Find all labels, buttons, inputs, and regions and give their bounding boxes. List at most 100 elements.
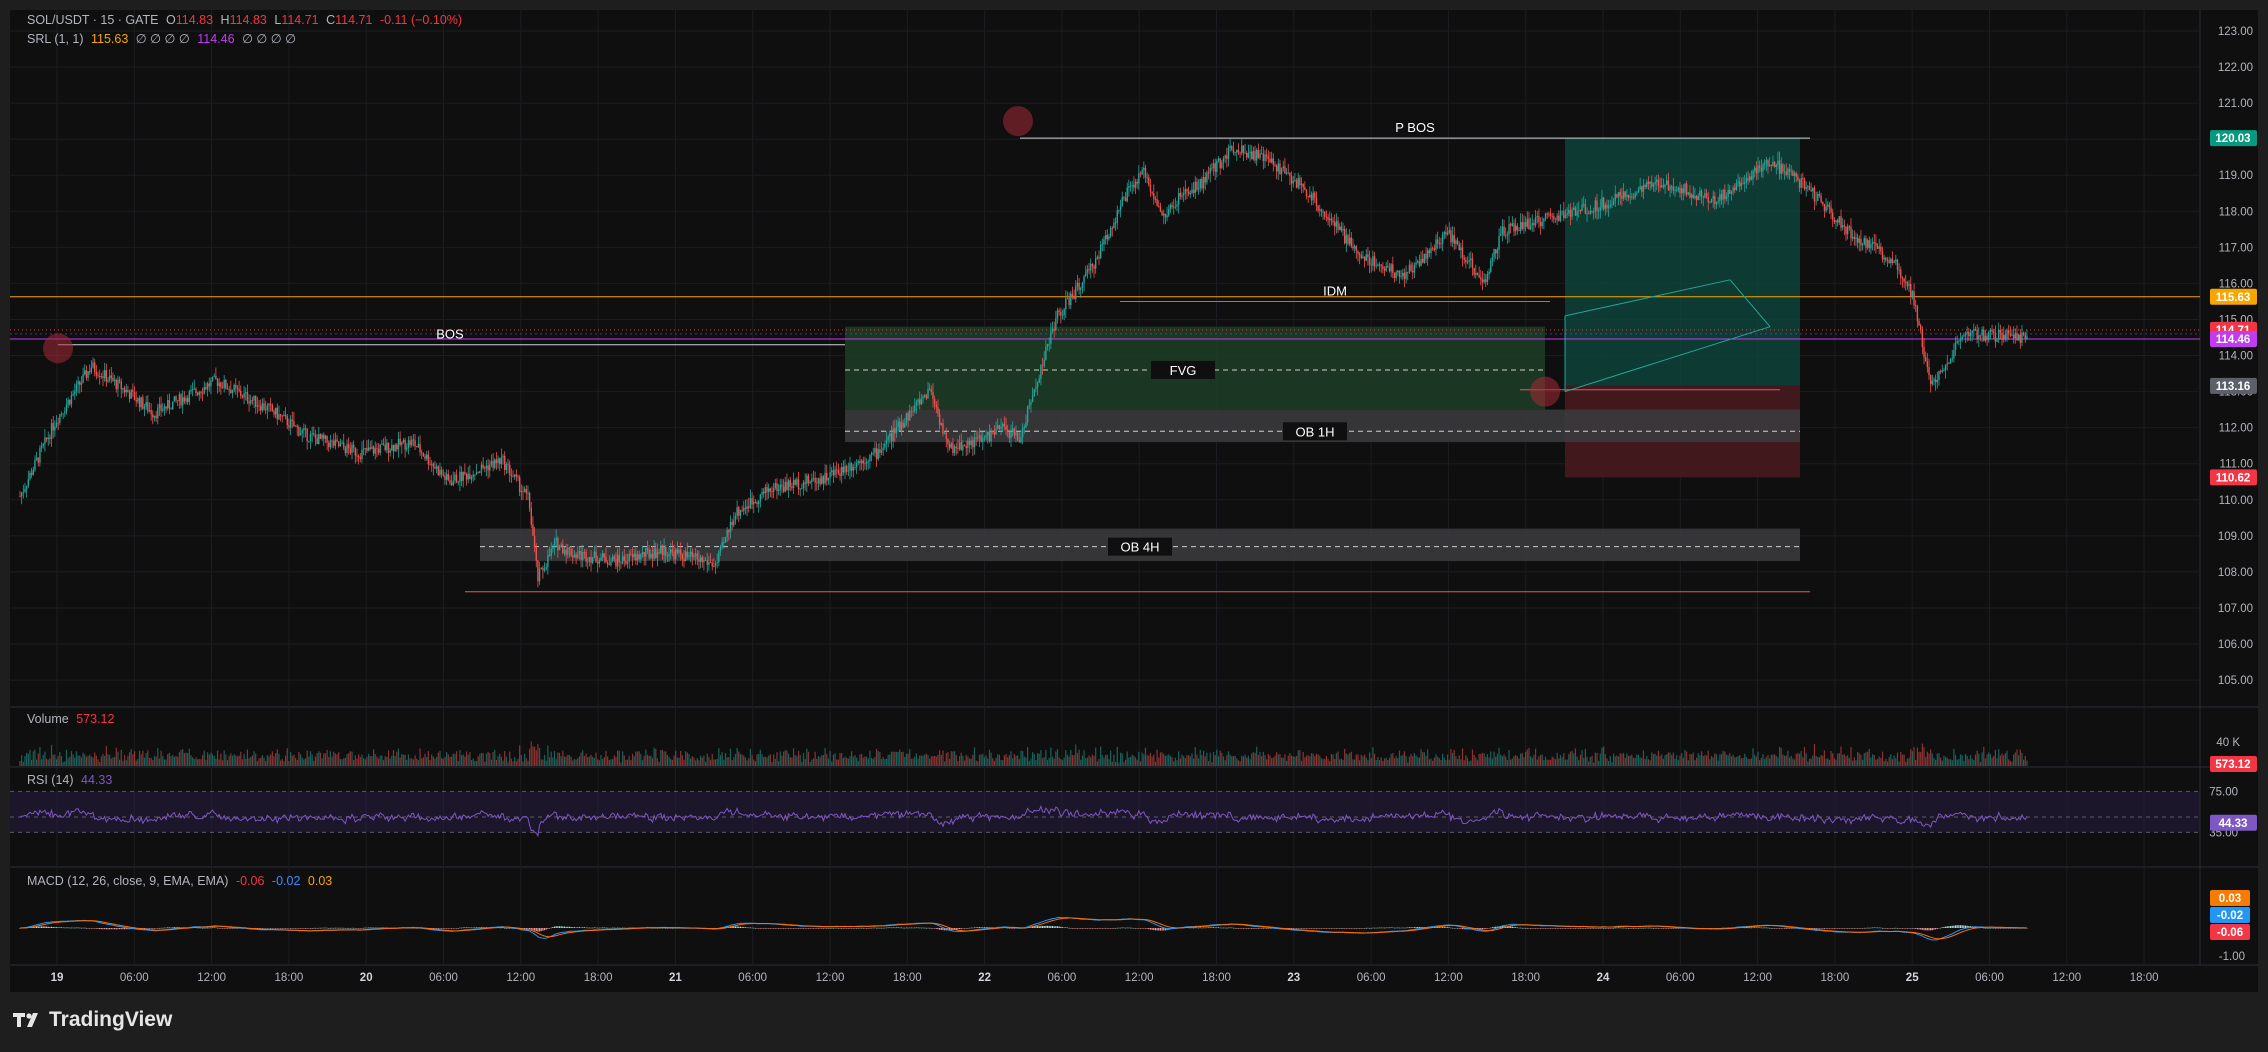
macd-hist-bar bbox=[1520, 927, 1522, 929]
candle-body bbox=[952, 442, 954, 454]
volume-bar bbox=[1920, 751, 1922, 766]
volume-bar bbox=[140, 754, 142, 766]
candle-body bbox=[689, 551, 692, 555]
volume-bar bbox=[917, 758, 919, 766]
candle-body bbox=[1265, 154, 1268, 157]
volume-bar bbox=[1571, 750, 1573, 766]
candle-body bbox=[822, 476, 825, 484]
macd-hist-bar bbox=[265, 928, 267, 929]
candle-body bbox=[1843, 225, 1846, 227]
candle-body bbox=[1501, 226, 1504, 234]
macd-hist-bar bbox=[268, 928, 270, 929]
volume-bar bbox=[1051, 756, 1054, 766]
volume-bar bbox=[299, 754, 302, 766]
chart-canvas[interactable]: P BOSIDMBOSFVGOB 1HOB 4H123.00122.00121.… bbox=[10, 10, 2258, 992]
volume-bar bbox=[1154, 761, 1157, 766]
candle-body bbox=[507, 464, 509, 466]
macd-hist-bar bbox=[1765, 927, 1767, 929]
candle-body bbox=[1549, 213, 1552, 216]
volume-bar bbox=[285, 755, 287, 766]
volume-bar bbox=[904, 756, 906, 766]
macd-hist-bar bbox=[605, 927, 607, 929]
candle-body bbox=[1060, 312, 1062, 316]
volume-bar bbox=[172, 754, 174, 766]
volume-bar bbox=[1299, 750, 1301, 766]
volume-bar bbox=[47, 759, 49, 766]
candle-body bbox=[767, 488, 770, 493]
macd-hist-bar bbox=[1485, 928, 1487, 929]
volume-bar bbox=[1188, 755, 1190, 766]
candle-body bbox=[837, 470, 840, 474]
macd-hist-bar bbox=[439, 928, 441, 929]
volume-bar bbox=[474, 761, 476, 766]
volume-bar bbox=[543, 754, 546, 766]
volume-bar bbox=[1614, 756, 1616, 766]
candle-body bbox=[1241, 145, 1243, 153]
volume-bar bbox=[1795, 753, 1797, 766]
candle-body bbox=[152, 414, 154, 418]
candle-body bbox=[1450, 230, 1452, 243]
candle-body bbox=[301, 430, 303, 434]
volume-bar bbox=[746, 760, 748, 766]
volume-bar bbox=[1891, 759, 1894, 766]
volume-bar bbox=[1946, 757, 1948, 766]
macd-hist-bar bbox=[1672, 928, 1674, 929]
candle-body bbox=[1524, 222, 1527, 227]
candle-body bbox=[359, 457, 361, 459]
candle-body bbox=[268, 403, 270, 406]
volume-bar bbox=[216, 750, 219, 766]
chart-frame[interactable]: P BOS IDM BOS FVG OB 1H OB 4H 123.00 122.00 121.… bbox=[10, 10, 2258, 992]
volume-bar bbox=[932, 755, 934, 766]
macd-hist-bar bbox=[278, 928, 280, 929]
macd-hist-bar bbox=[1314, 928, 1316, 929]
candle-body bbox=[401, 442, 403, 445]
volume-bar bbox=[736, 748, 738, 766]
candle-body bbox=[741, 510, 743, 512]
volume-bar bbox=[1490, 751, 1492, 766]
volume-bar bbox=[432, 756, 434, 766]
volume-bar bbox=[268, 756, 270, 766]
candle-body bbox=[743, 507, 745, 512]
volume-bar bbox=[1083, 750, 1085, 766]
price-tag-label: 110.62 bbox=[2216, 472, 2251, 484]
candle-body bbox=[601, 553, 604, 558]
candle-body bbox=[497, 458, 499, 463]
candle-body bbox=[699, 557, 702, 562]
candle-body bbox=[1063, 309, 1065, 316]
candle-body bbox=[1398, 270, 1401, 277]
volume-bar bbox=[1191, 753, 1193, 766]
volume-bar bbox=[965, 754, 967, 766]
volume-bar bbox=[1896, 752, 1899, 766]
macd-hist-bar bbox=[1631, 928, 1633, 929]
volume-bar bbox=[1073, 755, 1075, 766]
candle-body bbox=[140, 397, 142, 408]
candle-body bbox=[834, 469, 836, 476]
volume-bar bbox=[1194, 747, 1196, 766]
candle-body bbox=[1413, 264, 1416, 273]
volume-bar bbox=[437, 752, 439, 766]
candle-body bbox=[947, 438, 949, 445]
macd-hist-bar bbox=[1483, 928, 1485, 929]
volume-bar bbox=[1617, 756, 1620, 766]
macd-hist-bar bbox=[208, 927, 210, 929]
volume-bar bbox=[447, 754, 449, 766]
macd-hist-bar bbox=[271, 928, 273, 929]
volume-bar bbox=[1752, 748, 1754, 766]
volume-bar bbox=[1973, 760, 1975, 766]
volume-bar bbox=[1687, 760, 1689, 766]
macd-hist-bar bbox=[1847, 928, 1849, 929]
candle-body bbox=[45, 437, 48, 440]
volume-bar bbox=[1717, 760, 1719, 766]
volume-bar bbox=[1412, 756, 1414, 766]
volume-bar bbox=[1364, 754, 1366, 766]
macd-hist-bar bbox=[1913, 928, 1915, 929]
volume-bar bbox=[623, 755, 625, 766]
macd-hist-bar bbox=[97, 928, 99, 929]
volume-bar bbox=[1408, 756, 1411, 766]
candle-body bbox=[1035, 387, 1037, 390]
volume-bar bbox=[807, 751, 810, 766]
candle-body bbox=[1309, 194, 1311, 197]
candle-body bbox=[978, 435, 981, 439]
volume-bar bbox=[117, 751, 119, 766]
macd-hist-bar bbox=[1383, 927, 1386, 929]
